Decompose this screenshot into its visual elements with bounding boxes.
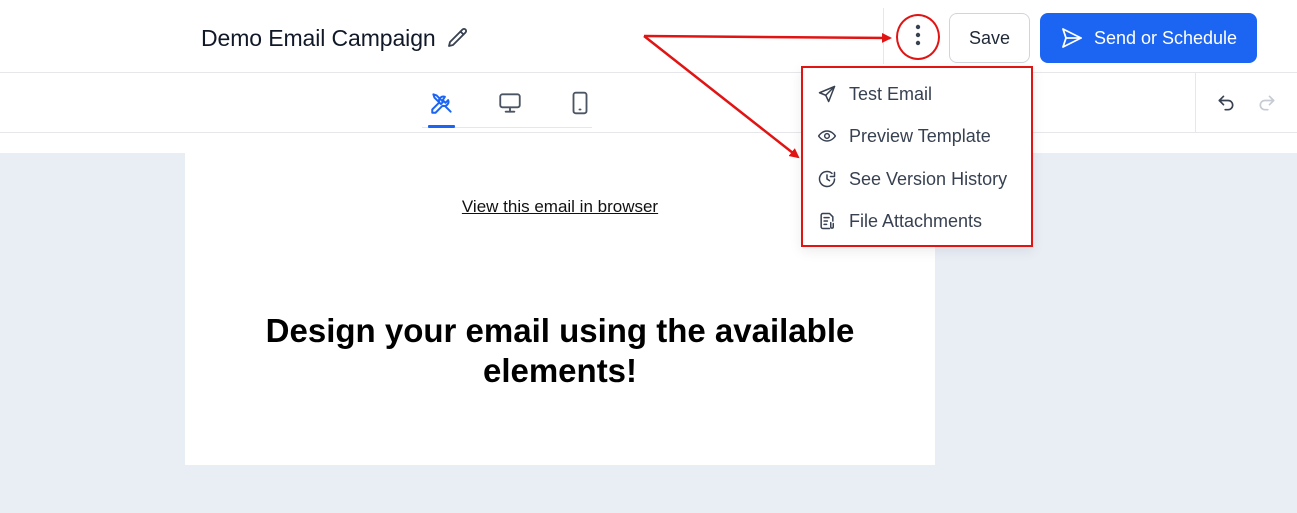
menu-item-label: Preview Template [849,125,991,146]
eye-icon [817,126,837,146]
tab-mobile-preview[interactable] [562,87,598,119]
vertical-dots-icon [915,24,921,51]
menu-item-label: Test Email [849,83,933,104]
mobile-icon [567,90,593,116]
redo-icon [1257,93,1277,113]
send-button-label: Send or Schedule [1093,27,1238,48]
menu-item-preview-template[interactable]: Preview Template [817,122,991,150]
editor-toolbar [0,73,1297,133]
menu-item-file-attachments[interactable]: File Attachments [817,207,982,235]
send-icon [817,84,837,104]
toolbar-divider [1195,73,1196,132]
top-header: Demo Email Campaign Save Send or Schedul [0,0,1297,73]
monitor-icon [497,90,523,116]
campaign-title: Demo Email Campaign [201,24,436,51]
send-or-schedule-button[interactable]: Send or Schedule [1040,13,1257,63]
active-tab-indicator [428,125,455,128]
more-options-menu: Test Email Preview Template See Version … [801,66,1033,247]
email-headline: Design your email using the available el… [265,312,855,389]
redo-button[interactable] [1254,90,1280,116]
view-tabs [422,73,592,128]
undo-icon [1216,93,1236,113]
attachment-file-icon [817,211,837,231]
tools-icon [429,90,455,116]
undo-button[interactable] [1213,90,1239,116]
tab-desktop-preview[interactable] [492,87,528,119]
pencil-icon[interactable] [446,26,470,50]
menu-item-label: See Version History [849,168,1008,189]
history-icon [817,169,837,189]
menu-item-label: File Attachments [849,210,983,231]
campaign-title-group: Demo Email Campaign [201,22,470,54]
paper-plane-icon [1060,26,1084,50]
menu-item-test-email[interactable]: Test Email [817,80,932,108]
more-options-button[interactable] [896,14,940,60]
header-divider [883,8,884,64]
save-button[interactable]: Save [949,13,1030,63]
tab-design[interactable] [424,87,460,119]
menu-item-version-history[interactable]: See Version History [817,165,1007,193]
